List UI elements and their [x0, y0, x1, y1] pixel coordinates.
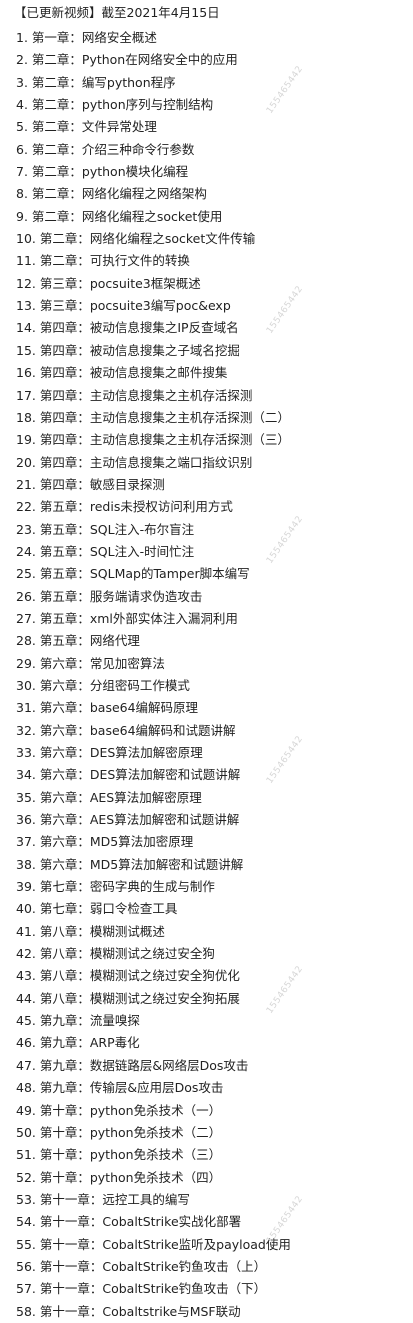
chapter-list-item: 57. 第十一章：CobaltStrike钓鱼攻击（下） [16, 1281, 267, 1297]
chapter-list-item: 46. 第九章：ARP毒化 [16, 1035, 140, 1051]
chapter-list-item: 58. 第十一章：Cobaltstrike与MSF联动 [16, 1303, 241, 1319]
chapter-list-item: 30. 第六章：分组密码工作模式 [16, 677, 190, 693]
chapter-list-item: 50. 第十章：python免杀技术（二） [16, 1124, 222, 1140]
chapter-list-item: 32. 第六章：base64编解码和试题讲解 [16, 722, 236, 738]
chapter-list-item: 37. 第六章：MD5算法加密原理 [16, 834, 194, 850]
chapter-list-item: 17. 第四章：主动信息搜集之主机存活探测 [16, 387, 253, 403]
chapter-list-item: 56. 第十一章：CobaltStrike钓鱼攻击（上） [16, 1258, 267, 1274]
chapter-list-item: 12. 第三章：pocsuite3框架概述 [16, 275, 201, 291]
chapter-list-item: 34. 第六章：DES算法加解密和试题讲解 [16, 767, 241, 783]
chapter-list-item: 23. 第五章：SQL注入-布尔盲注 [16, 521, 195, 537]
chapter-list-item: 4. 第二章：python序列与控制结构 [16, 97, 214, 113]
chapter-list-item: 10. 第二章：网络化编程之socket文件传输 [16, 231, 256, 247]
chapter-list-item: 29. 第六章：常见加密算法 [16, 655, 165, 671]
chapter-list-item: 11. 第二章：可执行文件的转换 [16, 253, 190, 269]
chapter-list-item: 9. 第二章：网络化编程之socket使用 [16, 208, 223, 224]
chapter-list-item: 3. 第二章：编写python程序 [16, 74, 176, 90]
chapter-list-item: 31. 第六章：base64编解码原理 [16, 700, 199, 716]
chapter-list-item: 5. 第二章：文件异常处理 [16, 119, 157, 135]
chapter-list: 1. 第一章：网络安全概述 2. 第二章：Python在网络安全中的应用 3. 第二… [16, 27, 291, 1323]
chapter-list-item: 14. 第四章：被动信息搜集之IP反查域名 [16, 320, 239, 336]
chapter-list-item: 35. 第六章：AES算法加解密原理 [16, 789, 202, 805]
chapter-list-item: 42. 第八章：模糊测试之绕过安全狗 [16, 946, 215, 962]
chapter-list-item: 8. 第二章：网络化编程之网络架构 [16, 186, 207, 202]
chapter-list-item: 27. 第五章：xml外部实体注入漏洞利用 [16, 610, 238, 626]
chapter-list-item: 25. 第五章：SQLMap的Tamper脚本编写 [16, 566, 250, 582]
chapter-list-item: 48. 第九章：传输层&应用层Dos攻击 [16, 1080, 224, 1096]
chapter-list-item: 39. 第七章：密码字典的生成与制作 [16, 879, 215, 895]
chapter-list-item: 38. 第六章：MD5算法加解密和试题讲解 [16, 856, 244, 872]
chapter-list-item: 45. 第九章：流量嗅探 [16, 1013, 140, 1029]
chapter-list-item: 43. 第八章：模糊测试之绕过安全狗优化 [16, 968, 240, 984]
chapter-list-item: 53. 第十一章：远控工具的编写 [16, 1191, 190, 1207]
chapter-list-item: 51. 第十章：python免杀技术（三） [16, 1147, 222, 1163]
document-header: 【已更新视频】截至2021年4月15日 [14, 5, 220, 20]
chapter-list-item: 55. 第十一章：CobaltStrike监听及payload使用 [16, 1236, 291, 1252]
chapter-list-item: 40. 第七章：弱口令检查工具 [16, 901, 178, 917]
chapter-list-item: 33. 第六章：DES算法加解密原理 [16, 745, 203, 760]
chapter-list-item: 21. 第四章：敏感目录探测 [16, 476, 165, 492]
chapter-list-item: 28. 第五章：网络代理 [16, 633, 140, 649]
chapter-list-item: 44. 第八章：模糊测试之绕过安全狗拓展 [16, 990, 240, 1006]
chapter-list-item: 22. 第五章：redis未授权访问利用方式 [16, 499, 233, 515]
chapter-list-item: 6. 第二章：介绍三种命令行参数 [16, 141, 195, 157]
chapter-list-item: 1. 第一章：网络安全概述 [16, 30, 157, 45]
chapter-list-item: 19. 第四章：主动信息搜集之主机存活探测（三） [16, 432, 290, 448]
document-page: 【已更新视频】截至2021年4月15日 1. 第一章：网络安全概述 2. 第二章：… [0, 0, 413, 1322]
chapter-list-item: 26. 第五章：服务端请求伪造攻击 [16, 588, 203, 604]
chapter-list-item: 49. 第十章：python免杀技术（一） [16, 1102, 222, 1118]
chapter-list-item: 2. 第二章：Python在网络安全中的应用 [16, 52, 238, 68]
chapter-list-item: 16. 第四章：被动信息搜集之邮件搜集 [16, 365, 228, 381]
chapter-list-item: 18. 第四章：主动信息搜集之主机存活探测（二） [16, 409, 290, 425]
chapter-list-item: 15. 第四章：被动信息搜集之子域名挖掘 [16, 342, 240, 358]
chapter-list-item: 52. 第十章：python免杀技术（四） [16, 1169, 222, 1185]
chapter-list-item: 36. 第六章：AES算法加解密和试题讲解 [16, 812, 240, 828]
chapter-list-item: 7. 第二章：python模块化编程 [16, 164, 189, 180]
chapter-list-item: 47. 第九章：数据链路层&网络层Dos攻击 [16, 1057, 249, 1073]
chapter-list-item: 20. 第四章：主动信息搜集之端口指纹识别 [16, 454, 253, 470]
chapter-list-item: 13. 第三章：pocsuite3编写poc&exp [16, 298, 231, 314]
chapter-list-item: 54. 第十一章：CobaltStrike实战化部署 [16, 1214, 242, 1230]
chapter-list-item: 24. 第五章：SQL注入-时间忙注 [16, 543, 195, 559]
chapter-list-item: 41. 第八章：模糊测试概述 [16, 923, 165, 939]
